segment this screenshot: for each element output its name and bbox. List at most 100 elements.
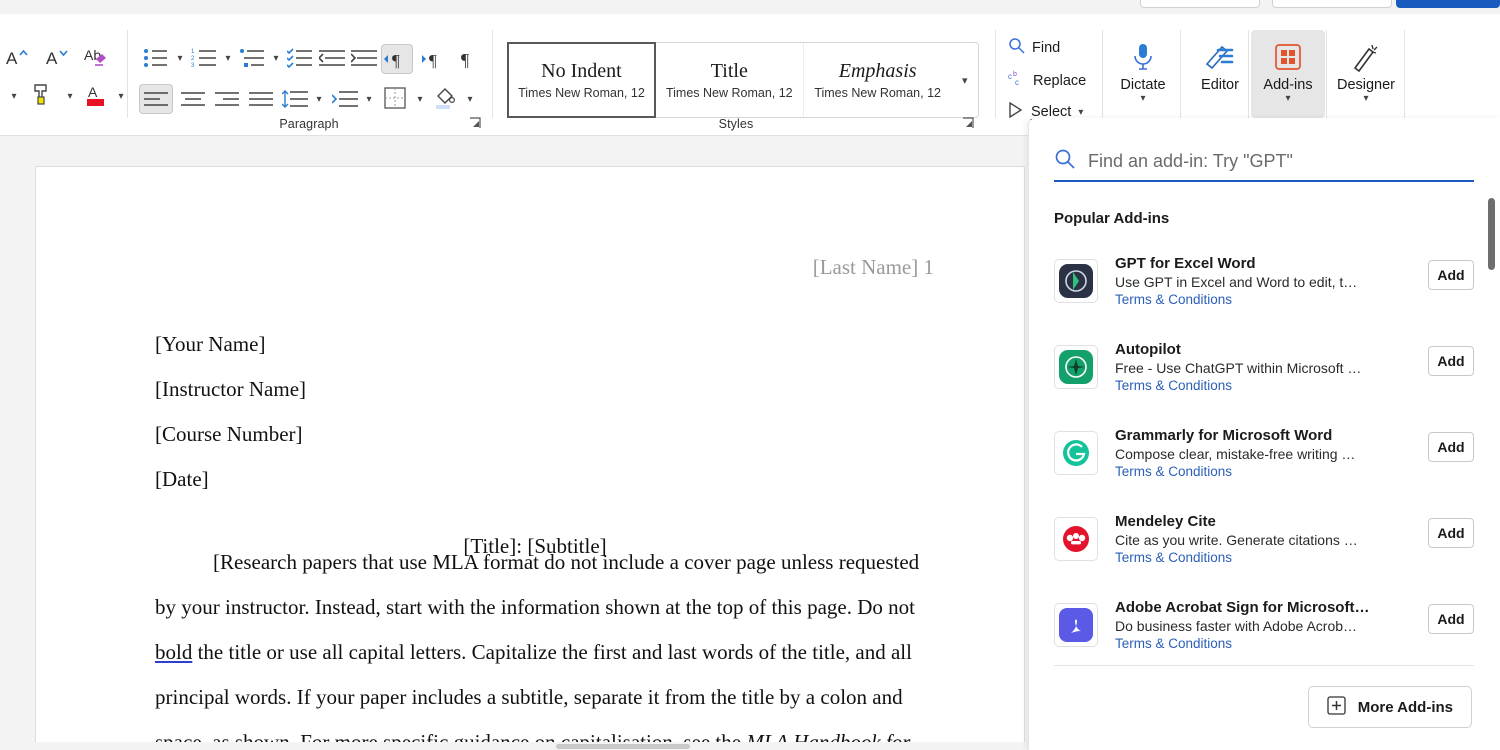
list-item[interactable]: Autopilot Free - Use ChatGPT within Micr… [1054,324,1474,410]
svg-text:¶: ¶ [392,51,400,69]
add-in-text-block: Adobe Acrobat Sign for Microsoft… Do bus… [1115,599,1373,651]
add-button[interactable]: Add [1428,346,1474,376]
add-in-text-block: GPT for Excel Word Use GPT in Excel and … [1115,255,1373,307]
find-button[interactable]: Find [1008,37,1060,58]
add-in-name: GPT for Excel Word [1115,255,1256,272]
borders-icon[interactable] [380,84,410,112]
multilevel-list-icon[interactable] [238,46,266,70]
show-formatting-marks-icon[interactable]: ¶ [454,46,482,72]
line-spacing-icon[interactable] [280,86,310,112]
style-card-emphasis[interactable]: Emphasis Times New Roman, 12 [803,43,952,117]
editor-button[interactable]: Editor [1183,30,1257,118]
adobe-acrobat-sign-icon [1054,603,1098,647]
list-item[interactable]: Mendeley Cite Cite as you write. Generat… [1054,496,1474,582]
rtl-text-direction-icon[interactable]: ¶ [418,46,448,72]
style-card-title[interactable]: Title Times New Roman, 12 [655,43,804,117]
add-button[interactable]: Add [1428,518,1474,548]
align-left-icon[interactable] [139,84,173,114]
ltr-text-direction-icon[interactable]: ¶ [381,44,413,74]
more-add-ins-button[interactable]: More Add-ins [1307,686,1472,728]
multilevel-chevron-icon[interactable]: ▾ [268,48,284,68]
dictate-chevron-down-icon[interactable]: ▾ [1140,94,1145,104]
add-in-search-box[interactable]: Find an add-in: Try "GPT" [1054,142,1474,182]
top-command-bar-sliver [0,0,1500,14]
numbering-icon[interactable]: 123 [190,46,218,70]
command-pill-1[interactable] [1140,0,1260,8]
add-in-description: Cite as you write. Generate citations … [1115,532,1358,548]
list-item[interactable]: Adobe Acrobat Sign for Microsoft… Do bus… [1054,582,1474,668]
terms-and-conditions-link[interactable]: Terms & Conditions [1115,636,1373,651]
svg-text:2: 2 [191,56,195,62]
svg-text:¶: ¶ [461,50,469,69]
page-header-last-name: [Last Name] 1 [812,255,934,279]
shading-chevron-icon[interactable]: ▾ [462,88,478,110]
add-in-description: Use GPT in Excel and Word to edit, t… [1115,274,1358,290]
align-right-icon[interactable] [212,86,242,112]
justify-icon[interactable] [246,86,276,112]
svg-text:1: 1 [191,49,195,55]
horizontal-scrollbar-thumb[interactable] [556,744,690,749]
pane-scrollbar[interactable] [1488,198,1495,718]
font-color-icon[interactable]: A [82,80,110,110]
doc-line-course-number: [Course Number] [155,422,303,446]
para-underlined-bold: bold [155,640,193,664]
terms-and-conditions-link[interactable]: Terms & Conditions [1115,550,1373,565]
word-window: A A Ab ▾ ▾ A ▾ ▾ 1 2 3 ▾ ▾ ¶ ¶ ¶ ▾ ▾ ▾ ▾… [0,0,1500,750]
add-ins-chevron-down-icon[interactable]: ▾ [1285,94,1290,104]
clear-all-formatting-icon[interactable]: Ab [82,42,112,72]
bullets-chevron-icon[interactable]: ▾ [172,48,188,68]
list-item[interactable]: GPT for Excel Word Use GPT in Excel and … [1054,238,1474,324]
grammarly-icon [1054,431,1098,475]
add-button[interactable]: Add [1428,604,1474,634]
doc-line-date: [Date] [155,467,209,491]
add-in-description: Free - Use ChatGPT within Microsoft … [1115,360,1362,376]
editor-pen-icon [1204,39,1236,75]
increase-indent-icon[interactable] [350,46,378,70]
decrease-font-size-icon[interactable]: A [42,42,72,72]
add-in-list: GPT for Excel Word Use GPT in Excel and … [1054,238,1474,668]
text-effects-chevron-icon[interactable]: ▾ [4,84,24,108]
document-page[interactable]: [Last Name] 1 [Your Name] [Instructor Na… [35,166,1025,750]
plus-box-icon [1327,695,1346,719]
dictate-button[interactable]: Dictate ▾ [1106,30,1180,118]
gpt-for-excel-word-icon [1054,259,1098,303]
paragraph-dialog-launcher-icon[interactable] [468,116,482,130]
designer-button[interactable]: Designer ▾ [1329,30,1403,118]
decrease-indent-icon[interactable] [318,46,346,70]
styles-gallery[interactable]: No Indent Times New Roman, 12 Title Time… [507,42,979,118]
align-center-icon[interactable] [178,86,208,112]
add-ins-button[interactable]: Add-ins ▾ [1251,30,1325,118]
select-chevron-down-icon[interactable]: ▾ [1078,107,1083,118]
styles-dialog-launcher-icon[interactable] [961,116,975,130]
command-pill-2[interactable] [1272,0,1392,8]
styles-gallery-more-chevron-icon[interactable]: ▾ [952,43,978,117]
replace-button[interactable]: cbc Replace [1008,70,1086,92]
terms-and-conditions-link[interactable]: Terms & Conditions [1115,292,1373,307]
increase-font-size-icon[interactable]: A [2,42,32,72]
dictate-label: Dictate [1120,77,1166,93]
paragraph-indent-icon[interactable] [330,86,360,112]
designer-chevron-down-icon[interactable]: ▾ [1363,94,1368,104]
task-list-icon[interactable] [286,46,314,70]
ribbon-group-styles: No Indent Times New Roman, 12 Title Time… [493,14,993,136]
list-item[interactable]: Grammarly for Microsoft Word Compose cle… [1054,410,1474,496]
horizontal-scrollbar[interactable] [0,742,1026,750]
paragraph-indent-chevron-icon[interactable]: ▾ [361,88,377,110]
bullets-icon[interactable] [142,46,170,70]
shading-icon[interactable] [430,84,460,112]
terms-and-conditions-link[interactable]: Terms & Conditions [1115,464,1373,479]
add-in-name: Adobe Acrobat Sign for Microsoft… [1115,599,1370,616]
pane-scrollbar-thumb[interactable] [1488,198,1495,270]
share-button[interactable] [1396,0,1500,8]
text-highlight-color-icon[interactable] [28,80,56,110]
add-button[interactable]: Add [1428,260,1474,290]
popular-add-ins-heading: Popular Add-ins [1054,210,1170,227]
add-button[interactable]: Add [1428,432,1474,462]
text-highlight-chevron-icon[interactable]: ▾ [60,84,80,108]
line-spacing-chevron-icon[interactable]: ▾ [311,88,327,110]
style-name: Emphasis [838,60,917,82]
numbering-chevron-icon[interactable]: ▾ [220,48,236,68]
terms-and-conditions-link[interactable]: Terms & Conditions [1115,378,1373,393]
style-card-no-indent[interactable]: No Indent Times New Roman, 12 [507,42,656,118]
borders-chevron-icon[interactable]: ▾ [412,88,428,110]
